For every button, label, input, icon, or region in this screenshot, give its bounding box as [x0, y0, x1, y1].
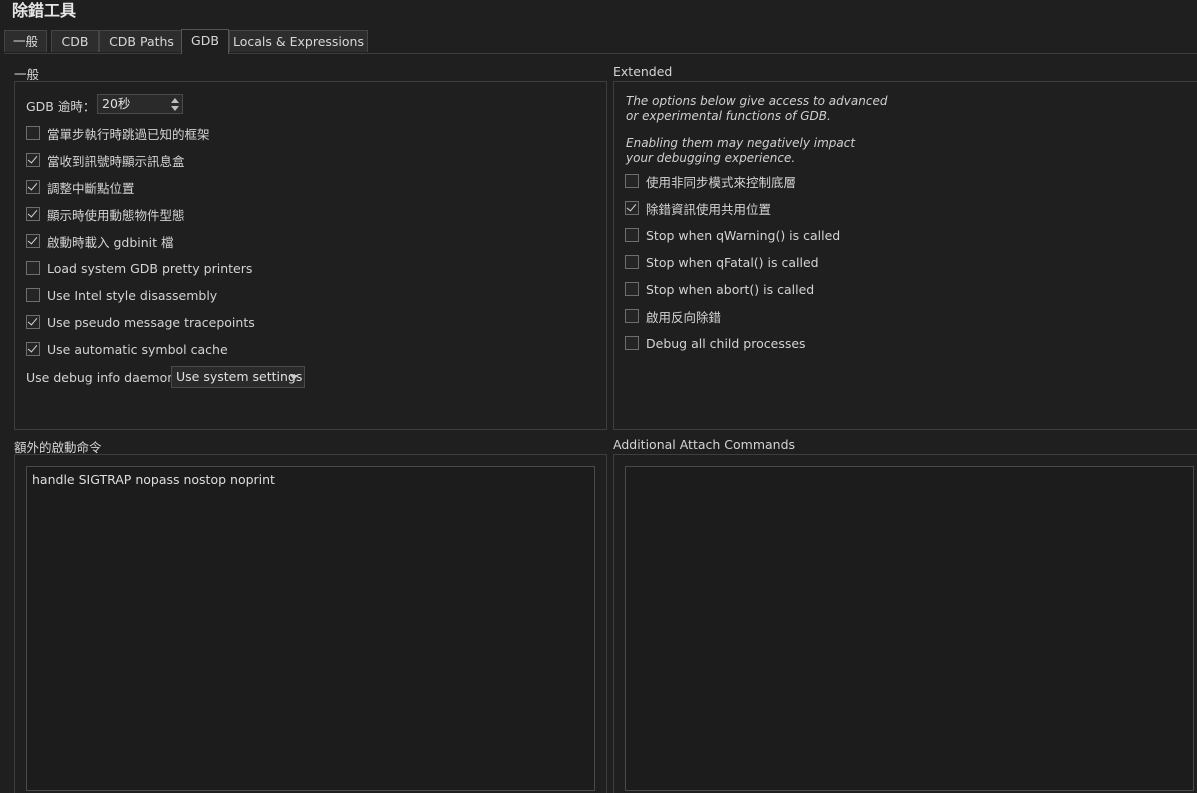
option-label: 啟動時載入 gdbinit 檔	[47, 234, 174, 250]
checkbox[interactable]	[26, 288, 40, 302]
option-label: 啟用反向除錯	[646, 309, 722, 325]
option-pretty-printers[interactable]: Load system GDB pretty printers	[26, 258, 252, 278]
option-label: 使用非同步模式來控制底層	[646, 174, 797, 190]
option-stop-qfatal[interactable]: Stop when qFatal() is called	[625, 252, 819, 272]
attach-commands-title: Additional Attach Commands	[613, 437, 796, 452]
checkbox[interactable]	[26, 234, 40, 248]
note-line: The options below give access to advance…	[626, 94, 888, 108]
tab-cdb-paths[interactable]: CDB Paths	[99, 30, 184, 52]
tab-cdb[interactable]: CDB	[51, 30, 99, 52]
note-line: Enabling them may negatively impact	[626, 136, 856, 150]
tab-gdb[interactable]: GDB	[181, 29, 229, 54]
debugger-settings-page: 除錯工具 一般 CDB CDB Paths GDB Locals & Expre…	[0, 0, 1197, 793]
option-label: Debug all child processes	[646, 335, 806, 351]
option-label: 當收到訊號時顯示訊息盒	[47, 153, 185, 169]
gdb-timeout-label: GDB 逾時：	[26, 98, 96, 114]
checkbox[interactable]	[26, 261, 40, 275]
page-title: 除錯工具	[12, 1, 77, 20]
option-label: 調整中斷點位置	[47, 180, 135, 196]
option-label: Use pseudo message tracepoints	[47, 314, 255, 330]
option-debug-child-processes[interactable]: Debug all child processes	[625, 333, 806, 353]
option-label: 除錯資訊使用共用位置	[646, 201, 772, 217]
gdb-timeout-value: 20秒	[102, 96, 131, 111]
checkbox[interactable]	[26, 207, 40, 221]
startup-commands-editor[interactable]: handle SIGTRAP nopass nostop noprint	[26, 466, 595, 791]
debug-daemon-row: Use debug info daemon	[26, 367, 175, 387]
debug-daemon-select[interactable]: Use system settings	[171, 366, 305, 388]
checkbox[interactable]	[625, 336, 639, 350]
option-intel-disassembly[interactable]: Use Intel style disassembly	[26, 285, 217, 305]
tab-general[interactable]: 一般	[4, 30, 47, 52]
option-async-mode[interactable]: 使用非同步模式來控制底層	[625, 171, 796, 191]
option-label: 顯示時使用動態物件型態	[47, 207, 185, 223]
option-show-message-box[interactable]: 當收到訊號時顯示訊息盒	[26, 150, 185, 170]
checkbox[interactable]	[26, 342, 40, 356]
checkbox[interactable]	[625, 309, 639, 323]
option-label: 當單步執行時跳過已知的框架	[47, 126, 210, 142]
option-shared-debug-info[interactable]: 除錯資訊使用共用位置	[625, 198, 771, 218]
checkbox[interactable]	[26, 153, 40, 167]
gdb-timeout-row: GDB 逾時：	[26, 95, 95, 115]
checkbox[interactable]	[625, 228, 639, 242]
option-adjust-breakpoints[interactable]: 調整中斷點位置	[26, 177, 135, 197]
checkbox[interactable]	[625, 201, 639, 215]
option-label: Stop when abort() is called	[646, 281, 815, 297]
option-load-gdbinit[interactable]: 啟動時載入 gdbinit 檔	[26, 231, 174, 251]
option-label: Use automatic symbol cache	[47, 341, 228, 357]
gdb-timeout-spinbox[interactable]: 20秒	[97, 94, 183, 114]
extended-note-1: The options below give access to advance…	[626, 94, 887, 124]
option-skip-known-frames[interactable]: 當單步執行時跳過已知的框架	[26, 123, 210, 143]
extended-note-2: Enabling them may negatively impact your…	[626, 136, 855, 166]
option-symbol-cache[interactable]: Use automatic symbol cache	[26, 339, 228, 359]
checkbox[interactable]	[625, 282, 639, 296]
chevron-down-icon	[290, 375, 298, 380]
option-pseudo-tracepoints[interactable]: Use pseudo message tracepoints	[26, 312, 255, 332]
extended-group-title: Extended	[613, 64, 673, 79]
attach-commands-editor[interactable]	[625, 466, 1194, 791]
debug-daemon-label: Use debug info daemon	[26, 369, 176, 385]
note-line: or experimental functions of GDB.	[626, 109, 831, 123]
checkbox[interactable]	[625, 255, 639, 269]
checkbox[interactable]	[26, 315, 40, 329]
tab-bar: 一般 CDB CDB Paths GDB Locals & Expression…	[4, 29, 1197, 54]
option-label: Stop when qFatal() is called	[646, 254, 819, 270]
checkbox[interactable]	[625, 174, 639, 188]
checkbox[interactable]	[26, 180, 40, 194]
option-label: Use Intel style disassembly	[47, 287, 218, 303]
option-reverse-debugging[interactable]: 啟用反向除錯	[625, 306, 721, 326]
checkbox[interactable]	[26, 126, 40, 140]
option-label: Load system GDB pretty printers	[47, 260, 253, 276]
option-dynamic-object-type[interactable]: 顯示時使用動態物件型態	[26, 204, 185, 224]
tab-locals-expressions[interactable]: Locals & Expressions	[229, 30, 368, 52]
option-stop-qwarning[interactable]: Stop when qWarning() is called	[625, 225, 840, 245]
debug-daemon-value: Use system settings	[176, 369, 303, 384]
note-line: your debugging experience.	[626, 151, 796, 165]
option-stop-abort[interactable]: Stop when abort() is called	[625, 279, 814, 299]
spin-arrows-icon[interactable]	[170, 96, 180, 112]
option-label: Stop when qWarning() is called	[646, 227, 841, 243]
